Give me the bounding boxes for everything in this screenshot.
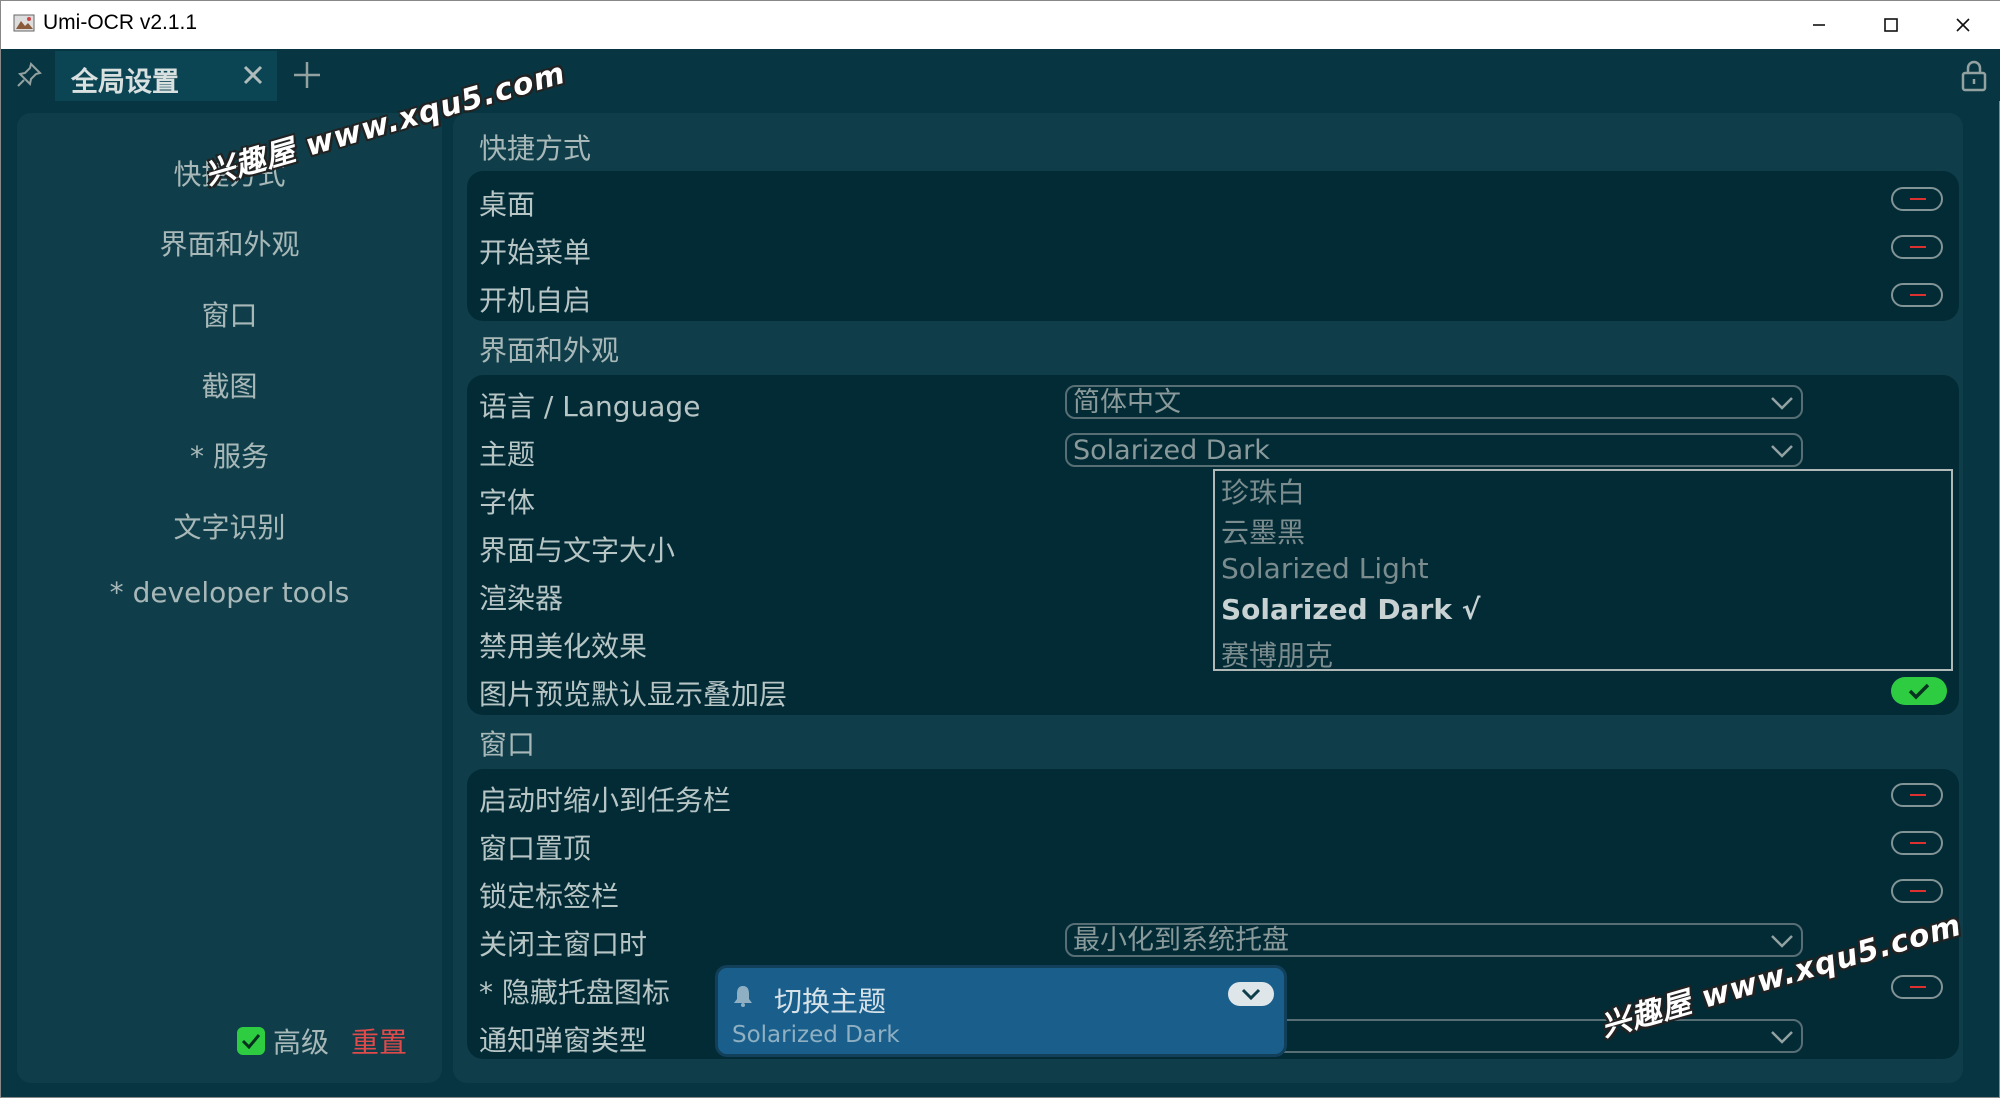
theme-option-cyberpunk[interactable]: 赛博朋克 [1221, 634, 1333, 674]
window-title: Umi-OCR v2.1.1 [43, 11, 198, 34]
title-bar: Umi-OCR v2.1.1 [1, 1, 2000, 49]
sidebar-item-service[interactable]: * 服务 [17, 435, 442, 475]
close-icon [1956, 18, 1970, 32]
bell-icon [734, 986, 752, 1007]
desktop-toggle[interactable] [1891, 187, 1943, 211]
hide-tray-toggle[interactable] [1891, 975, 1943, 999]
tab-bar: 全局设置 [1, 49, 2000, 101]
pin-icon[interactable] [15, 61, 43, 89]
toast-title: 切换主题 [774, 985, 887, 1018]
lock-icon[interactable] [1959, 59, 1989, 93]
theme-option-solarized-dark[interactable]: Solarized Dark √ [1221, 593, 1480, 626]
start-minimized-label: 启动时缩小到任务栏 [479, 784, 732, 817]
always-on-top-toggle[interactable] [1891, 831, 1943, 855]
app-window: Umi-OCR v2.1.1 全局设置 快捷方式 界面和外观 窗口 截图 * 服… [0, 0, 2000, 1098]
reset-button[interactable]: 重置 [351, 1021, 407, 1061]
row-autostart-label: 开机自启 [479, 284, 592, 317]
maximize-icon [1884, 18, 1898, 32]
sidebar-item-window[interactable]: 窗口 [17, 294, 442, 334]
tab-global-settings[interactable]: 全局设置 [55, 51, 277, 101]
theme-option-pearl-white[interactable]: 珍珠白 [1221, 471, 1305, 511]
language-label: 语言 / Language [479, 390, 701, 423]
toast-message: Solarized Dark [732, 1022, 900, 1048]
theme-option-solarized-light[interactable]: Solarized Light [1221, 552, 1429, 585]
sidebar-item-screenshot[interactable]: 截图 [17, 365, 442, 405]
chevron-down-icon [1771, 397, 1793, 410]
section-title-appearance: 界面和外观 [479, 334, 620, 367]
check-icon [1908, 683, 1930, 700]
minimize-icon [1813, 24, 1825, 26]
disable-effects-label: 禁用美化效果 [479, 630, 648, 663]
close-action-label: 关闭主窗口时 [479, 928, 648, 961]
theme-option-ink-black[interactable]: 云墨黑 [1221, 511, 1305, 551]
sidebar-item-ocr[interactable]: 文字识别 [17, 506, 442, 546]
sidebar-item-developer-tools[interactable]: * developer tools [17, 576, 442, 609]
renderer-label: 渲染器 [479, 582, 564, 615]
chevron-down-icon [1771, 1031, 1793, 1044]
autostart-toggle[interactable] [1891, 283, 1943, 307]
theme-dropdown-list: 珍珠白 云墨黑 Solarized Light Solarized Dark √… [1213, 469, 1953, 674]
theme-label: 主题 [479, 438, 536, 471]
theme-value: Solarized Dark [1073, 435, 1270, 466]
sidebar-footer: 高级 重置 [237, 1021, 407, 1061]
font-label: 字体 [479, 486, 536, 519]
always-on-top-label: 窗口置顶 [479, 832, 592, 865]
hide-tray-label: * 隐藏托盘图标 [479, 976, 670, 1009]
notification-toast[interactable]: 切换主题 Solarized Dark [715, 965, 1287, 1057]
add-tab-icon[interactable] [291, 59, 323, 91]
maximize-button[interactable] [1855, 1, 1927, 49]
overlay-label: 图片预览默认显示叠加层 [479, 678, 788, 711]
toast-collapse-button[interactable] [1228, 982, 1274, 1006]
chevron-down-icon [1771, 445, 1793, 458]
language-select[interactable]: 简体中文 [1065, 385, 1803, 419]
start-minimized-toggle[interactable] [1891, 783, 1943, 807]
shortcuts-card: 桌面 开始菜单 开机自启 [467, 171, 1959, 321]
section-title-window: 窗口 [479, 728, 536, 761]
lock-tabbar-label: 锁定标签栏 [479, 880, 620, 913]
settings-sidebar: 快捷方式 界面和外观 窗口 截图 * 服务 文字识别 * developer t… [17, 113, 442, 1083]
overlay-toggle[interactable] [1891, 677, 1947, 705]
advanced-label[interactable]: 高级 [273, 1021, 329, 1061]
close-window-button[interactable] [1927, 1, 1999, 49]
language-value: 简体中文 [1073, 387, 1181, 418]
lock-tabbar-toggle[interactable] [1891, 879, 1943, 903]
row-start-menu-label: 开始菜单 [479, 236, 592, 269]
close-action-select[interactable]: 最小化到系统托盘 [1065, 923, 1803, 957]
row-desktop-label: 桌面 [479, 188, 536, 221]
chevron-down-icon [1241, 988, 1261, 1001]
start-menu-toggle[interactable] [1891, 235, 1943, 259]
theme-select[interactable]: Solarized Dark [1065, 433, 1803, 467]
tab-label: 全局设置 [71, 67, 179, 98]
check-icon [241, 1034, 261, 1049]
minimize-button[interactable] [1783, 1, 1855, 49]
ui-size-label: 界面与文字大小 [479, 534, 676, 567]
app-logo-icon [13, 14, 35, 32]
notify-type-label: 通知弹窗类型 [479, 1024, 648, 1057]
section-title-shortcuts: 快捷方式 [479, 132, 592, 165]
close-tab-icon[interactable] [239, 61, 267, 89]
close-action-value: 最小化到系统托盘 [1073, 925, 1289, 956]
sidebar-item-appearance[interactable]: 界面和外观 [17, 223, 442, 263]
advanced-checkbox[interactable] [237, 1027, 265, 1055]
